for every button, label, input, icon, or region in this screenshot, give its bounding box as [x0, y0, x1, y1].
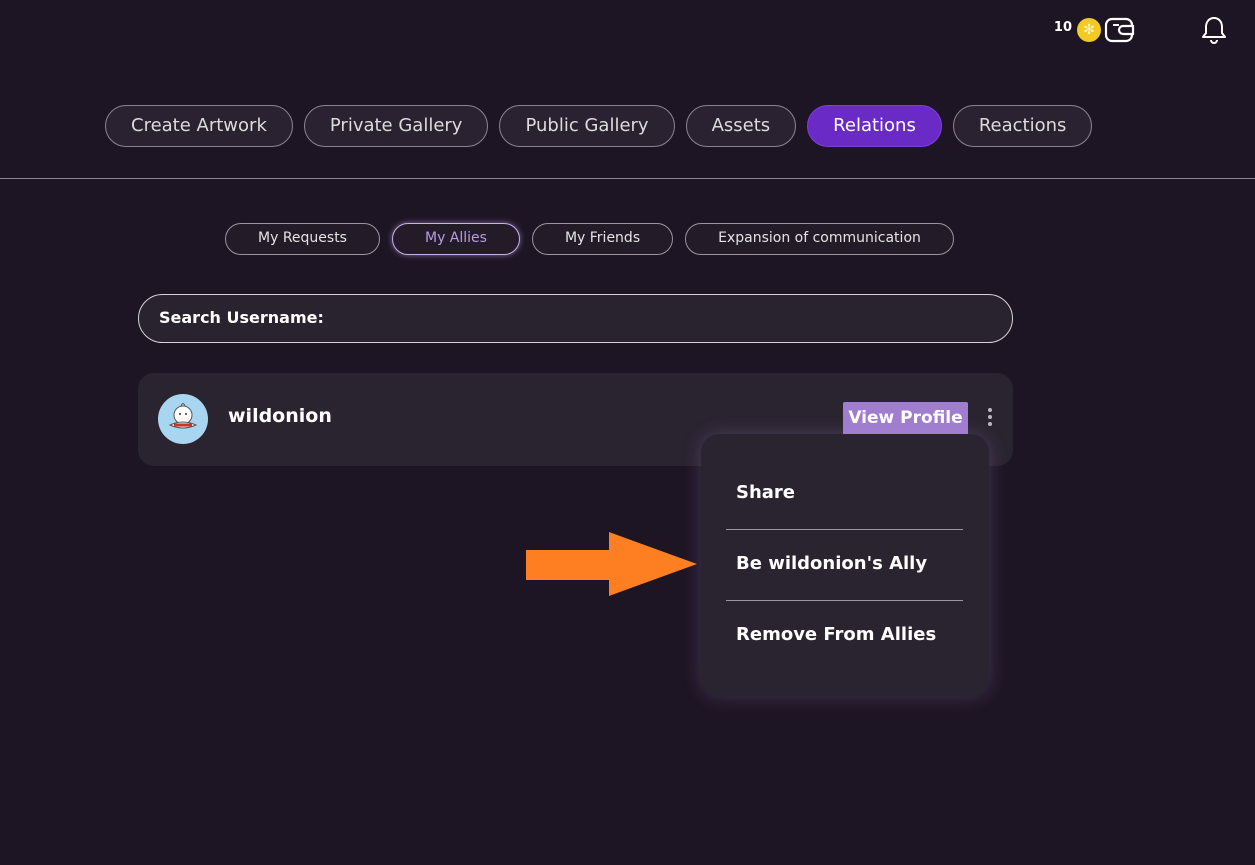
search-label: Search Username: [159, 308, 324, 327]
menu-item-share[interactable]: Share [736, 482, 795, 503]
view-profile-button[interactable]: View Profile [843, 402, 968, 435]
subtab-expansion-of-communication[interactable]: Expansion of communication [685, 223, 954, 255]
menu-divider [726, 600, 963, 601]
menu-item-be-ally[interactable]: Be wildonion's Ally [736, 553, 927, 574]
tab-assets[interactable]: Assets [685, 105, 797, 147]
wallet-icon[interactable] [1104, 16, 1136, 44]
avatar-image [168, 403, 198, 429]
username: wildonion [228, 405, 332, 427]
sub-tabs: My Requests My Allies My Friends Expansi… [225, 223, 954, 255]
tab-create-artwork[interactable]: Create Artwork [105, 105, 293, 147]
subtab-my-friends[interactable]: My Friends [531, 223, 674, 255]
more-options-icon[interactable] [984, 408, 996, 430]
main-tabs: Create Artwork Private Gallery Public Ga… [105, 105, 1093, 147]
tab-relations[interactable]: Relations [807, 105, 942, 147]
tab-reactions[interactable]: Reactions [952, 105, 1093, 147]
context-menu: Share Be wildonion's Ally Remove From Al… [701, 434, 989, 696]
pointer-arrow-icon [526, 532, 697, 596]
bell-icon[interactable] [1198, 14, 1230, 46]
avatar[interactable] [158, 394, 208, 444]
menu-divider [726, 529, 963, 530]
menu-item-remove-from-allies[interactable]: Remove From Allies [736, 624, 936, 645]
tab-private-gallery[interactable]: Private Gallery [303, 105, 489, 147]
coin-icon: ✻ [1077, 18, 1101, 42]
search-username-input[interactable]: Search Username: [138, 294, 1013, 343]
header-divider [0, 178, 1255, 179]
subtab-my-requests[interactable]: My Requests [225, 223, 380, 255]
subtab-my-allies[interactable]: My Allies [391, 223, 520, 255]
coin-count: 10 [1053, 20, 1072, 35]
tab-public-gallery[interactable]: Public Gallery [499, 105, 675, 147]
